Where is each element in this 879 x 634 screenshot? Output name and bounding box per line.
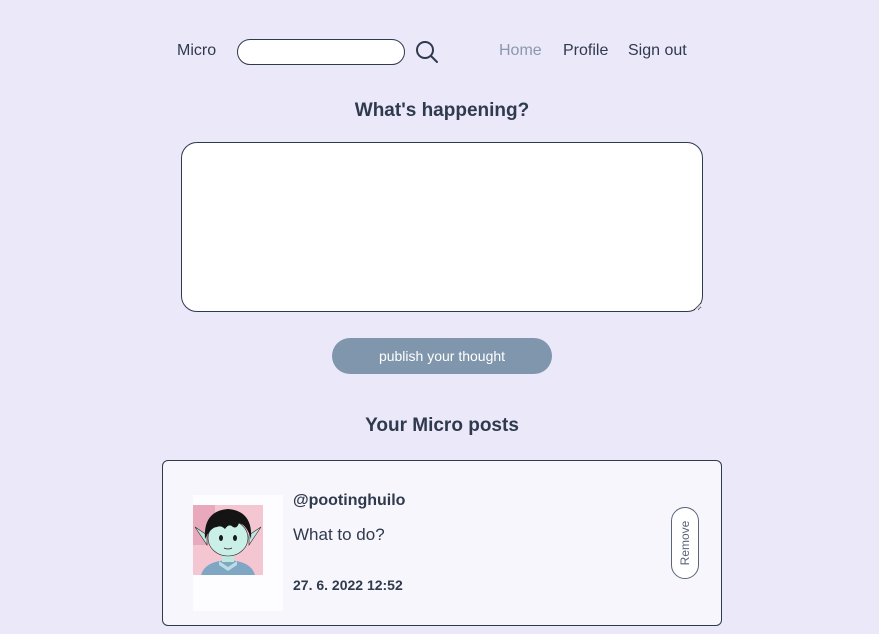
avatar-frame bbox=[193, 495, 283, 611]
nav-profile[interactable]: Profile bbox=[563, 42, 608, 60]
page: Micro Home Profile Sign out What's happe… bbox=[0, 0, 879, 634]
post-card: @pootinghuilo What to do? 27. 6. 2022 12… bbox=[162, 460, 722, 626]
search-input[interactable] bbox=[237, 39, 405, 65]
post-text: What to do? bbox=[293, 525, 385, 544]
search-button[interactable] bbox=[415, 40, 439, 64]
post-author-handle[interactable]: @pootinghuilo bbox=[293, 492, 405, 510]
nav-sign-out[interactable]: Sign out bbox=[628, 42, 687, 60]
brand-link[interactable]: Micro bbox=[177, 42, 216, 60]
posts-section-title: Your Micro posts bbox=[365, 415, 519, 436]
publish-button[interactable]: publish your thought bbox=[332, 338, 552, 374]
compose-textarea[interactable] bbox=[181, 142, 703, 312]
compose-title: What's happening? bbox=[354, 100, 530, 121]
post-timestamp: 27. 6. 2022 12:52 bbox=[293, 577, 403, 593]
avatar bbox=[193, 505, 263, 575]
remove-post-button[interactable]: Remove bbox=[671, 507, 699, 579]
nav-home[interactable]: Home bbox=[499, 42, 542, 60]
cartoon-girl-avatar-icon bbox=[193, 505, 263, 575]
search-icon bbox=[416, 41, 438, 63]
remove-button-label: Remove bbox=[678, 520, 692, 566]
